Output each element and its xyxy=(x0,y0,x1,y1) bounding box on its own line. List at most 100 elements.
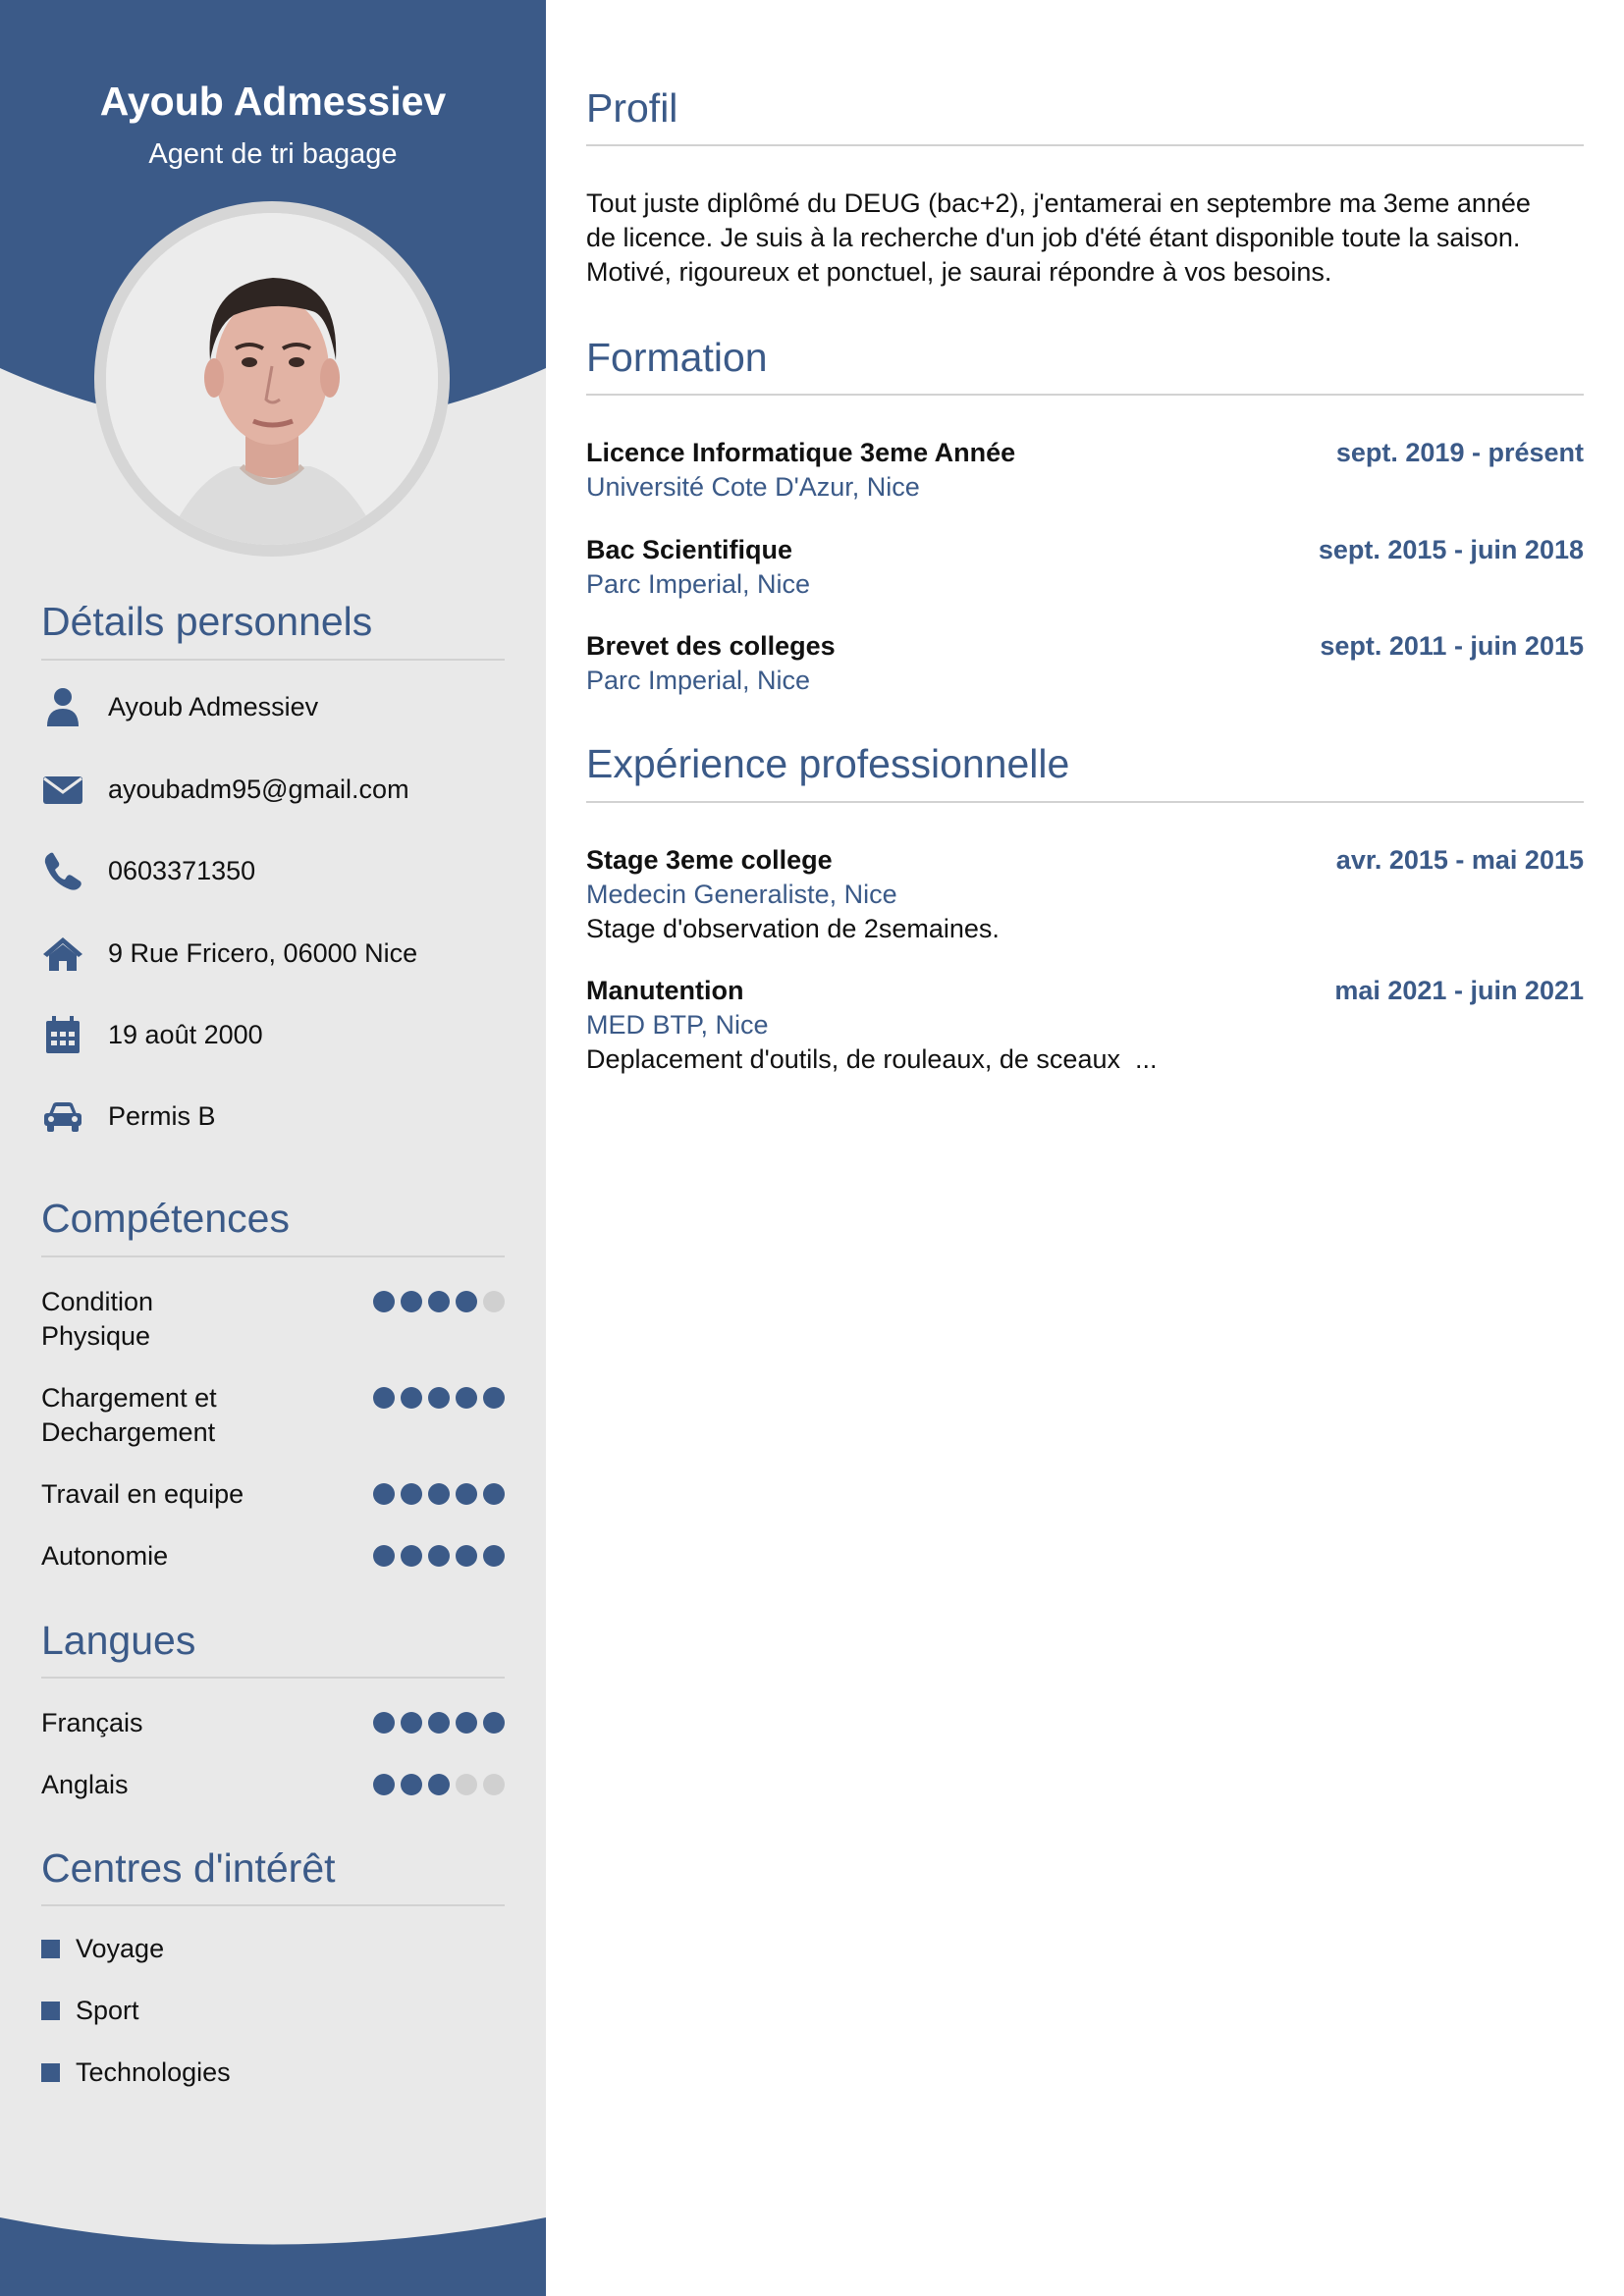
education-entry: Licence Informatique 3eme Année sept. 20… xyxy=(586,436,1584,505)
language-item: Anglais xyxy=(41,1768,505,1802)
detail-address: 9 Rue Fricero, 06000 Nice xyxy=(41,929,513,978)
bullet-square-icon xyxy=(41,1940,60,1958)
section-divider xyxy=(586,801,1584,803)
rating-dot-filled xyxy=(428,1387,450,1409)
rating-dot-filled xyxy=(483,1545,505,1567)
calendar-icon xyxy=(41,1013,84,1056)
detail-license-text: Permis B xyxy=(108,1100,216,1131)
interest-item: Voyage xyxy=(41,1934,164,1964)
language-rating xyxy=(373,1712,505,1734)
rating-dot-empty xyxy=(483,1774,505,1795)
section-title-profile: Profil xyxy=(586,85,678,131)
language-rating xyxy=(373,1774,505,1795)
rating-dot-filled xyxy=(483,1387,505,1409)
rating-dot-filled xyxy=(483,1483,505,1505)
rating-dot-filled xyxy=(428,1545,450,1567)
section-title-interests: Centres d'intérêt xyxy=(41,1845,336,1891)
home-icon xyxy=(41,932,84,975)
experience-date: mai 2021 - juin 2021 xyxy=(1334,976,1584,1005)
skill-label: Condition Physique xyxy=(41,1287,154,1351)
rating-dot-filled xyxy=(401,1712,422,1734)
experience-place: MED BTP, Nice xyxy=(586,1010,769,1040)
section-divider xyxy=(41,1677,505,1679)
experience-place: Medecin Generaliste, Nice xyxy=(586,880,897,909)
skill-rating xyxy=(373,1545,505,1567)
profile-photo-frame xyxy=(94,201,450,557)
rating-dot-filled xyxy=(428,1291,450,1312)
section-title-languages: Langues xyxy=(41,1618,196,1663)
rating-dot-empty xyxy=(483,1291,505,1312)
education-entry: Bac Scientifique sept. 2015 - juin 2018 … xyxy=(586,533,1584,602)
footer-wave-shape xyxy=(0,2217,546,2296)
education-date: sept. 2015 - juin 2018 xyxy=(1318,535,1584,564)
interest-item: Sport xyxy=(41,1996,139,2026)
skill-label: Autonomie xyxy=(41,1541,169,1571)
rating-dot-filled xyxy=(428,1483,450,1505)
detail-birthdate-text: 19 août 2000 xyxy=(108,1019,263,1049)
candidate-name: Ayoub Admessiev xyxy=(99,79,447,124)
education-place: Parc Imperial, Nice xyxy=(586,569,811,599)
rating-dot-filled xyxy=(456,1387,477,1409)
profile-photo xyxy=(106,213,438,545)
car-icon xyxy=(41,1095,84,1138)
education-place: Parc Imperial, Nice xyxy=(586,666,811,695)
rating-dot-filled xyxy=(373,1712,395,1734)
experience-date: avr. 2015 - mai 2015 xyxy=(1335,845,1584,875)
detail-email-text: ayoubadm95@gmail.com xyxy=(108,774,409,804)
skill-item: Travail en equipe xyxy=(41,1477,505,1512)
rating-dot-filled xyxy=(401,1545,422,1567)
interest-label: Voyage xyxy=(76,1934,165,1963)
section-title-experience: Expérience professionnelle xyxy=(586,741,1070,786)
education-place: Université Cote D'Azur, Nice xyxy=(586,472,920,502)
skill-label: Travail en equipe xyxy=(41,1479,244,1509)
experience-description: Stage d'observation de 2semaines. xyxy=(586,914,1000,943)
detail-name-text: Ayoub Admessiev xyxy=(108,691,319,721)
job-title: Agent de tri bagage xyxy=(148,138,398,170)
language-item: Français xyxy=(41,1706,505,1740)
section-title-skills: Compétences xyxy=(41,1196,290,1241)
education-date: sept. 2019 - présent xyxy=(1335,438,1584,467)
skill-rating xyxy=(373,1387,505,1409)
section-divider xyxy=(41,659,505,661)
detail-birthdate: 19 août 2000 xyxy=(41,1010,513,1059)
rating-dot-filled xyxy=(373,1291,395,1312)
rating-dot-filled xyxy=(456,1291,477,1312)
detail-phone-text: 0603371350 xyxy=(108,855,256,885)
skill-rating xyxy=(373,1483,505,1505)
bullet-square-icon xyxy=(41,2063,60,2082)
skill-rating xyxy=(373,1291,505,1312)
detail-name: Ayoub Admessiev xyxy=(41,682,513,731)
rating-dot-filled xyxy=(456,1545,477,1567)
section-title-details: Détails personnels xyxy=(41,599,373,644)
detail-phone: 0603371350 xyxy=(41,846,513,895)
rating-dot-filled xyxy=(373,1774,395,1795)
rating-dot-filled xyxy=(373,1387,395,1409)
section-divider xyxy=(41,1904,505,1906)
experience-entry: Stage 3eme college avr. 2015 - mai 2015 … xyxy=(586,843,1584,946)
section-divider xyxy=(586,394,1584,396)
section-divider xyxy=(586,144,1584,146)
profile-summary: Tout juste diplômé du DEUG (bac+2), j'en… xyxy=(586,188,1531,287)
detail-email: ayoubadm95@gmail.com xyxy=(41,765,513,814)
language-label: Français xyxy=(41,1708,143,1737)
skill-item: Condition Physique xyxy=(41,1285,505,1354)
interest-label: Sport xyxy=(76,1996,139,2025)
rating-dot-filled xyxy=(373,1483,395,1505)
rating-dot-filled xyxy=(401,1387,422,1409)
detail-license: Permis B xyxy=(41,1092,513,1141)
rating-dot-filled xyxy=(456,1712,477,1734)
language-label: Anglais xyxy=(41,1770,129,1799)
rating-dot-empty xyxy=(456,1774,477,1795)
skill-item: Chargement et Dechargement xyxy=(41,1381,505,1450)
education-entry: Brevet des colleges sept. 2011 - juin 20… xyxy=(586,629,1584,698)
bullet-square-icon xyxy=(41,2002,60,2020)
skill-label: Chargement et Dechargement xyxy=(41,1383,217,1447)
experience-entry: Manutention mai 2021 - juin 2021 MED BTP… xyxy=(586,974,1584,1077)
rating-dot-filled xyxy=(401,1291,422,1312)
rating-dot-filled xyxy=(428,1712,450,1734)
experience-description: Deplacement d'outils, de rouleaux, de sc… xyxy=(586,1044,1158,1074)
sidebar: Ayoub Admessiev Agent de tri bagage Déta… xyxy=(0,0,546,2296)
envelope-icon xyxy=(41,768,84,811)
person-icon xyxy=(41,685,84,728)
interest-item: Technologies xyxy=(41,2057,231,2088)
